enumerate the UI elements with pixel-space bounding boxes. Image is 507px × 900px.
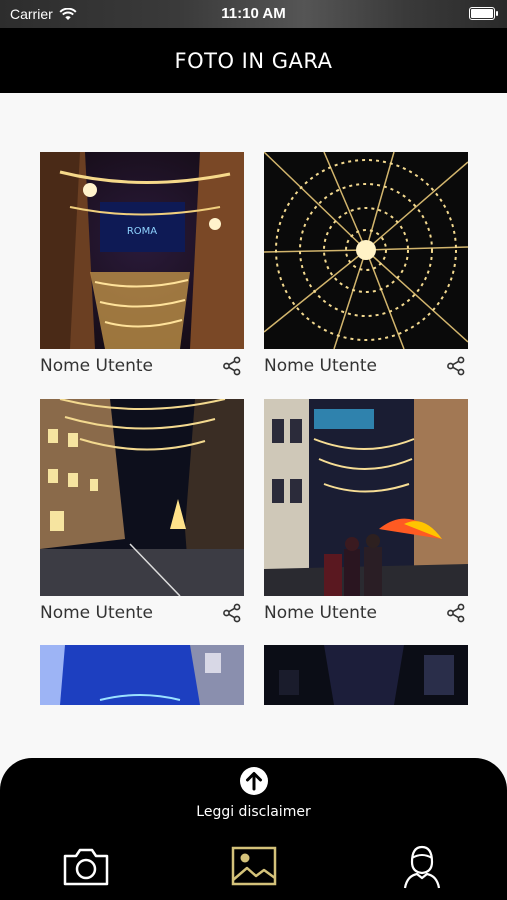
share-icon[interactable] bbox=[446, 356, 466, 376]
photo-username: Nome Utente bbox=[40, 356, 154, 376]
gallery-icon[interactable] bbox=[229, 844, 279, 890]
user-icon[interactable] bbox=[397, 844, 447, 890]
header: FOTO IN GARA bbox=[0, 28, 507, 93]
photo-card[interactable]: Nome Utente bbox=[264, 152, 468, 383]
photo-card[interactable]: Nome Utente bbox=[40, 399, 244, 630]
photo-grid[interactable]: ROMA Nome Utente Nome Utente Nome Utente… bbox=[0, 93, 507, 758]
photo-thumbnail[interactable]: ROMA bbox=[40, 152, 244, 349]
photo-card[interactable]: ROMA Nome Utente bbox=[40, 152, 244, 383]
photo-username: Nome Utente bbox=[264, 603, 378, 623]
photo-thumbnail[interactable] bbox=[264, 399, 468, 596]
photo-card[interactable] bbox=[264, 645, 468, 705]
battery-icon bbox=[469, 7, 498, 20]
camera-icon[interactable] bbox=[61, 844, 111, 890]
photo-card[interactable]: Nome Utente bbox=[264, 399, 468, 630]
photo-username: Nome Utente bbox=[40, 603, 154, 623]
svg-text:ROMA: ROMA bbox=[127, 226, 157, 237]
disclaimer-link[interactable]: Leggi disclaimer bbox=[0, 804, 507, 820]
photo-card[interactable] bbox=[40, 645, 244, 705]
clock: 11:10 AM bbox=[221, 5, 286, 22]
bottom-panel: Leggi disclaimer bbox=[0, 758, 507, 900]
share-icon[interactable] bbox=[222, 603, 242, 623]
arrow-up-circle-icon[interactable] bbox=[239, 766, 269, 796]
photo-thumbnail[interactable] bbox=[264, 152, 468, 349]
photo-thumbnail[interactable] bbox=[264, 645, 468, 705]
share-icon[interactable] bbox=[446, 603, 466, 623]
photo-thumbnail[interactable] bbox=[40, 399, 244, 596]
photo-thumbnail[interactable] bbox=[40, 645, 244, 705]
status-bar: Carrier 11:10 AM bbox=[0, 0, 507, 28]
share-icon[interactable] bbox=[222, 356, 242, 376]
page-title: FOTO IN GARA bbox=[174, 48, 333, 73]
photo-username: Nome Utente bbox=[264, 356, 378, 376]
